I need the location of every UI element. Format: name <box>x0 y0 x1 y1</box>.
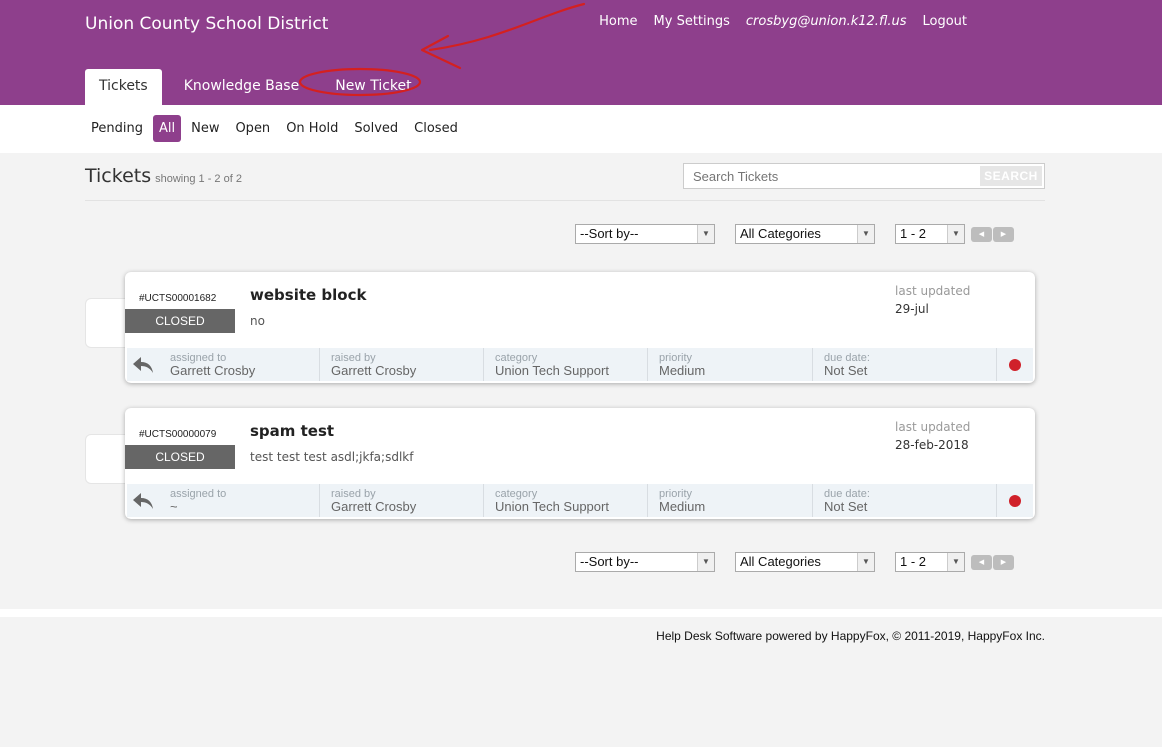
status-badge: CLOSED <box>125 445 235 469</box>
chevron-down-icon: ▼ <box>947 553 964 571</box>
ticket-meta-bar: assigned to Garrett Crosby raised by Gar… <box>127 348 1033 381</box>
chevron-down-icon: ▼ <box>857 553 874 571</box>
status-indicator-icon <box>1009 359 1021 371</box>
next-page-button[interactable]: ▶ <box>993 226 1014 242</box>
status-badge: CLOSED <box>125 309 235 333</box>
ticket-card[interactable]: #UCTS00001682 CLOSED website block no la… <box>125 272 1035 383</box>
category-select[interactable]: All Categories ▼ <box>735 224 875 244</box>
raised-by-value: Garrett Crosby <box>331 499 417 514</box>
filter-new[interactable]: New <box>185 115 225 142</box>
filter-all[interactable]: All <box>152 115 182 142</box>
last-updated-value: 29-jul <box>895 302 929 316</box>
nav-logout-link[interactable]: Logout <box>922 14 967 29</box>
brand-title[interactable]: Union County School District <box>85 14 328 34</box>
priority-value: Medium <box>659 499 706 514</box>
assigned-to-label: assigned to <box>170 488 227 500</box>
sort-select[interactable]: --Sort by-- ▼ <box>575 224 715 244</box>
ticket-card[interactable]: #UCTS00000079 CLOSED spam test test test… <box>125 408 1035 519</box>
sort-select-value: --Sort by-- <box>580 226 639 241</box>
priority-value: Medium <box>659 363 706 378</box>
ticket-subject[interactable]: website block <box>250 286 366 304</box>
page-select-value: 1 - 2 <box>900 554 927 569</box>
filter-pending[interactable]: Pending <box>85 115 149 142</box>
nav-settings-link[interactable]: My Settings <box>654 14 730 29</box>
chevron-down-icon: ▼ <box>697 553 714 571</box>
tab-knowledge-base[interactable]: Knowledge Base <box>170 69 314 105</box>
page-select[interactable]: 1 - 2 ▼ <box>895 224 965 244</box>
category-value: Union Tech Support <box>495 363 609 378</box>
filter-solved[interactable]: Solved <box>348 115 404 142</box>
priority-field: priority Medium <box>648 348 813 381</box>
page-title: Tickets showing 1 - 2 of 2 <box>85 165 242 187</box>
ticket-id: #UCTS00001682 <box>139 293 217 304</box>
chevron-down-icon: ▼ <box>947 225 964 243</box>
category-select-value: All Categories <box>740 226 821 241</box>
filter-open[interactable]: Open <box>229 115 276 142</box>
footer-text: Help Desk Software powered by HappyFox, … <box>656 629 1045 643</box>
search-input[interactable] <box>684 164 979 188</box>
nav-home-link[interactable]: Home <box>599 14 637 29</box>
status-filters: Pending All New Open On Hold Solved Clos… <box>85 115 464 142</box>
priority-field: priority Medium <box>648 484 813 517</box>
page-select[interactable]: 1 - 2 ▼ <box>895 552 965 572</box>
pager: ◀ ▶ <box>971 554 1014 570</box>
top-header: Union County School District Home My Set… <box>0 0 1162 105</box>
sort-select[interactable]: --Sort by-- ▼ <box>575 552 715 572</box>
search-button[interactable]: SEARCH <box>980 166 1042 186</box>
top-nav: Home My Settings crosbyg@union.k12.fl.us… <box>599 14 967 29</box>
ticket-description: test test test asdl;jkfa;sdlkf <box>250 450 414 464</box>
reply-icon[interactable] <box>127 348 159 381</box>
due-date-value: Not Set <box>824 499 868 514</box>
tab-tickets[interactable]: Tickets <box>85 69 162 105</box>
assigned-to-field: assigned to ~ <box>159 484 320 517</box>
ticket-id: #UCTS00000079 <box>139 429 217 440</box>
sort-select-value: --Sort by-- <box>580 554 639 569</box>
ticket-subject[interactable]: spam test <box>250 422 334 440</box>
search-box: SEARCH <box>683 163 1045 189</box>
user-email: crosbyg@union.k12.fl.us <box>745 14 907 29</box>
due-date-value: Not Set <box>824 363 868 378</box>
category-value: Union Tech Support <box>495 499 609 514</box>
category-select-value: All Categories <box>740 554 821 569</box>
raised-by-value: Garrett Crosby <box>331 363 417 378</box>
ticket-meta-bar: assigned to ~ raised by Garrett Crosby c… <box>127 484 1033 517</box>
main-tabs: Tickets Knowledge Base New Ticket <box>85 69 434 105</box>
filter-bar: Pending All New Open On Hold Solved Clos… <box>0 105 1162 153</box>
assigned-to-value: Garrett Crosby <box>170 363 256 378</box>
last-updated-label: last updated <box>895 420 971 434</box>
category-field: category Union Tech Support <box>484 348 648 381</box>
page-select-value: 1 - 2 <box>900 226 927 241</box>
next-page-button[interactable]: ▶ <box>993 554 1014 570</box>
category-field: category Union Tech Support <box>484 484 648 517</box>
last-updated-value: 28-feb-2018 <box>895 438 969 452</box>
ticket-description: no <box>250 314 265 328</box>
divider <box>85 200 1045 201</box>
category-select[interactable]: All Categories ▼ <box>735 552 875 572</box>
page-title-text: Tickets <box>85 165 152 187</box>
assigned-to-value: ~ <box>170 499 178 514</box>
prev-page-button[interactable]: ◀ <box>971 554 992 570</box>
tab-new-ticket[interactable]: New Ticket <box>321 69 425 105</box>
list-controls-top: --Sort by-- ▼ All Categories ▼ 1 - 2 ▼ ◀… <box>575 224 1014 244</box>
due-date-field: due date: Not Set <box>813 348 997 381</box>
prev-page-button[interactable]: ◀ <box>971 226 992 242</box>
chevron-down-icon: ▼ <box>697 225 714 243</box>
reply-icon[interactable] <box>127 484 159 517</box>
pager: ◀ ▶ <box>971 226 1014 242</box>
chevron-down-icon: ▼ <box>857 225 874 243</box>
last-updated-label: last updated <box>895 284 971 298</box>
assigned-to-field: assigned to Garrett Crosby <box>159 348 320 381</box>
status-indicator-icon <box>1009 495 1021 507</box>
due-date-field: due date: Not Set <box>813 484 997 517</box>
showing-count: showing 1 - 2 of 2 <box>155 173 242 185</box>
raised-by-field: raised by Garrett Crosby <box>320 484 484 517</box>
footer-separator <box>0 609 1162 617</box>
filter-closed[interactable]: Closed <box>408 115 464 142</box>
list-controls-bottom: --Sort by-- ▼ All Categories ▼ 1 - 2 ▼ ◀… <box>575 552 1014 572</box>
raised-by-field: raised by Garrett Crosby <box>320 348 484 381</box>
filter-on-hold[interactable]: On Hold <box>280 115 344 142</box>
